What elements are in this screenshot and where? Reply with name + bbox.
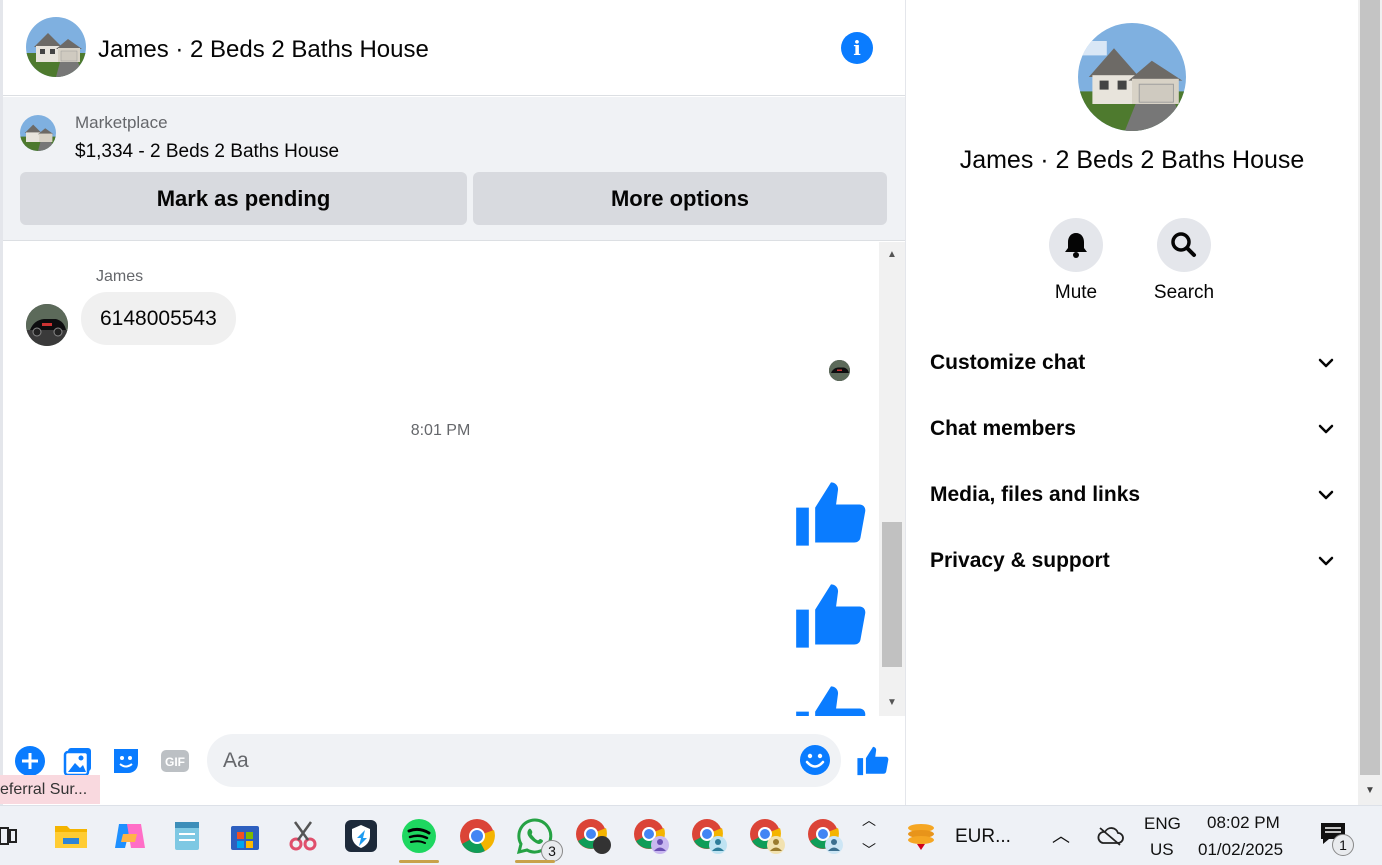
search-icon: [1171, 232, 1196, 257]
currency-ticker[interactable]: EUR...: [955, 826, 1011, 848]
thumbs-up-icon[interactable]: [793, 476, 869, 552]
section-label: Chat members: [930, 417, 1076, 440]
seen-receipt-avatar: [829, 360, 850, 381]
chat-header: James · 2 Beds 2 Baths House i: [3, 0, 908, 96]
notification-center[interactable]: 1: [1320, 822, 1360, 858]
privacy-support-section[interactable]: Privacy & support: [930, 536, 1334, 586]
taskbar-scroll-down-icon[interactable]: ﹀: [862, 840, 876, 860]
window-scroll-down-icon[interactable]: ▼: [1358, 781, 1382, 801]
running-indicator: [399, 860, 439, 863]
scroll-thumb[interactable]: [882, 522, 902, 667]
info-icon[interactable]: i: [841, 32, 873, 64]
details-panel: James · 2 Beds 2 Baths House Mute Search…: [905, 0, 1357, 805]
search-action[interactable]: Search: [1144, 218, 1224, 304]
chrome-profile-icon[interactable]: [631, 816, 671, 856]
emoji-icon[interactable]: [799, 744, 831, 776]
language-indicator[interactable]: ENG: [1144, 814, 1181, 834]
mute-button[interactable]: [1049, 218, 1103, 272]
message-input[interactable]: [223, 734, 783, 787]
chrome-profile-icon[interactable]: [805, 816, 845, 856]
media-files-links-section[interactable]: Media, files and links: [930, 470, 1334, 520]
snipping-tool-icon[interactable]: [283, 816, 323, 856]
notification-count-badge: 1: [1332, 834, 1354, 856]
chat-panel: James · 2 Beds 2 Baths House i Marketpla…: [0, 0, 908, 805]
task-view-icon[interactable]: [0, 816, 20, 856]
details-avatar[interactable]: [1078, 23, 1186, 131]
search-label: Search: [1153, 282, 1215, 303]
chrome-profile-icon[interactable]: [747, 816, 787, 856]
listing-thumbnail[interactable]: [20, 115, 56, 151]
more-options-button[interactable]: More options: [473, 172, 887, 225]
whatsapp-app[interactable]: 3: [515, 816, 563, 863]
chat-members-section[interactable]: Chat members: [930, 404, 1334, 454]
show-hidden-icons-icon[interactable]: ︿: [1052, 822, 1070, 848]
bell-icon: [1065, 233, 1087, 258]
sticker-icon[interactable]: [110, 745, 142, 777]
details-title: James · 2 Beds 2 Baths House: [959, 146, 1305, 174]
vpn-shield-icon[interactable]: [341, 816, 381, 856]
mark-as-pending-button[interactable]: Mark as pending: [20, 172, 467, 225]
chevron-down-icon: [1318, 556, 1334, 566]
taskbar: 3 ︿ ﹀ EUR... ︿ ENG US 08:02 PM 01/02/202…: [0, 805, 1382, 865]
chrome-profile-icon[interactable]: [573, 816, 613, 856]
thumbs-up-icon[interactable]: [793, 680, 869, 716]
section-label: Privacy & support: [930, 549, 1110, 572]
plus-circle-icon[interactable]: [14, 745, 46, 777]
clock-date[interactable]: 01/02/2025: [1198, 840, 1283, 860]
microsoft-store-icon[interactable]: [225, 816, 265, 856]
thumbs-up-icon[interactable]: [793, 578, 869, 654]
message-bubble[interactable]: 6148005543: [81, 292, 236, 345]
notepad-icon[interactable]: [167, 816, 207, 856]
sender-avatar[interactable]: [26, 304, 68, 346]
window-scroll-thumb[interactable]: [1360, 0, 1380, 775]
taskbar-tooltip[interactable]: eferral Sur...: [0, 775, 100, 804]
conversation-avatar[interactable]: [26, 17, 86, 77]
chevron-down-icon: [1318, 490, 1334, 500]
message-composer: GIF: [3, 716, 908, 805]
message-list: James 6148005543 8:01 PM: [3, 242, 878, 716]
chevron-down-icon: [1318, 358, 1334, 368]
section-label: Customize chat: [930, 351, 1086, 374]
chrome-icon[interactable]: [457, 816, 497, 856]
search-button[interactable]: [1157, 218, 1211, 272]
mute-action[interactable]: Mute: [1036, 218, 1116, 304]
gif-icon[interactable]: GIF: [159, 745, 191, 777]
chevron-down-icon: [1318, 424, 1334, 434]
mute-label: Mute: [1054, 282, 1098, 303]
chrome-profile-icon[interactable]: [689, 816, 729, 856]
section-label: Media, files and links: [930, 483, 1141, 506]
chat-title: James · 2 Beds 2 Baths House: [98, 36, 429, 63]
marketplace-banner: Marketplace $1,334 - 2 Beds 2 Baths Hous…: [3, 97, 908, 241]
onedrive-offline-icon[interactable]: [1096, 826, 1124, 846]
coins-icon[interactable]: [903, 818, 939, 854]
spotify-icon: [402, 819, 436, 853]
listing-title[interactable]: $1,334 - 2 Beds 2 Baths House: [75, 141, 339, 163]
message-input-container[interactable]: [207, 734, 841, 787]
region-indicator[interactable]: US: [1150, 840, 1174, 860]
file-explorer-icon[interactable]: [51, 816, 91, 856]
app-root: James · 2 Beds 2 Baths House i Marketpla…: [0, 0, 1382, 865]
scroll-down-arrow-icon[interactable]: ▼: [879, 692, 905, 714]
message-scrollbar[interactable]: ▲ ▼: [879, 242, 905, 716]
send-thumbs-up-icon[interactable]: [856, 744, 890, 778]
customize-chat-section[interactable]: Customize chat: [930, 338, 1334, 388]
message-timestamp: 8:01 PM: [410, 422, 471, 439]
copilot-icon[interactable]: [109, 816, 149, 856]
sender-name: James: [96, 268, 144, 285]
taskbar-scroll-up-icon[interactable]: ︿: [862, 810, 876, 830]
notification-badge: 3: [541, 840, 563, 862]
gallery-icon[interactable]: [62, 745, 94, 777]
spotify-app[interactable]: [399, 816, 439, 863]
scroll-up-arrow-icon[interactable]: ▲: [879, 244, 905, 266]
running-indicator: [515, 860, 555, 863]
marketplace-label: Marketplace: [75, 113, 168, 132]
svg-text:GIF: GIF: [165, 755, 185, 769]
clock-time[interactable]: 08:02 PM: [1207, 813, 1280, 833]
window-scrollbar[interactable]: ▼: [1358, 0, 1382, 805]
